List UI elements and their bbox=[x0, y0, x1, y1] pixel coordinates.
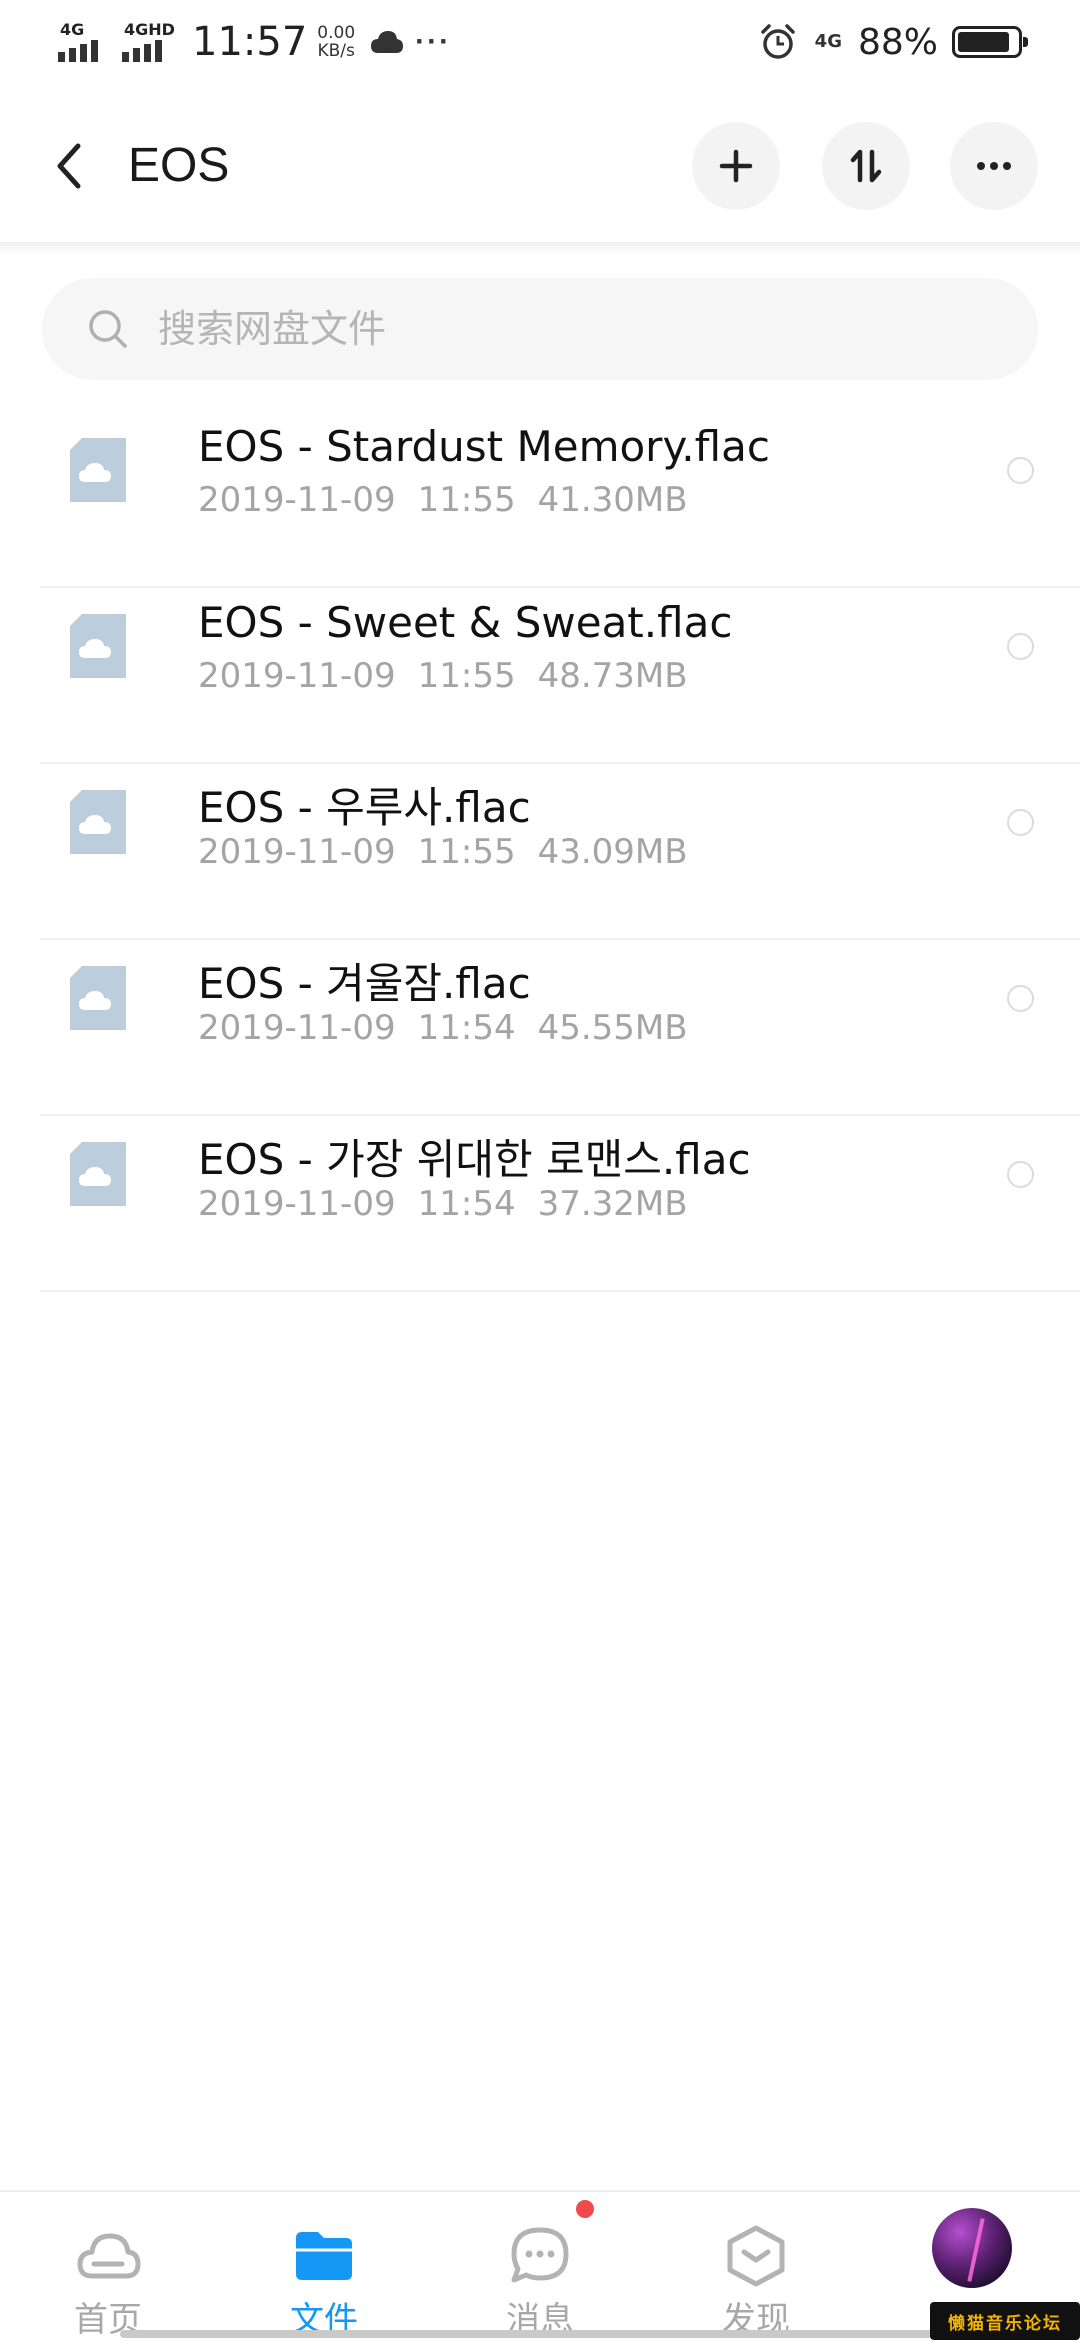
nav-discover[interactable]: 发现 bbox=[648, 2192, 864, 2340]
sim2-label: 4GHD bbox=[124, 20, 175, 39]
file-date: 2019-11-09 bbox=[198, 1184, 396, 1224]
nav-files[interactable]: 文件 bbox=[216, 2192, 432, 2340]
file-meta: 2019-11-09 11:55 43.09MB bbox=[198, 832, 710, 872]
file-size: 41.30MB bbox=[537, 480, 688, 520]
file-time: 11:55 bbox=[417, 480, 516, 520]
bottom-nav: 首页 文件 消息 发现 bbox=[0, 2190, 1080, 2340]
folder-icon bbox=[296, 2232, 352, 2280]
file-row[interactable]: EOS - 겨울잠.flac 2019-11-09 11:54 45.55MB bbox=[0, 940, 1080, 1116]
file-name: EOS - 겨울잠.flac bbox=[198, 959, 531, 1008]
cloud-file-icon bbox=[70, 966, 126, 1030]
file-meta: 2019-11-09 11:54 45.55MB bbox=[198, 1008, 710, 1048]
watermark-text: 懒猫音乐论坛 bbox=[948, 2313, 1062, 2334]
file-meta: 2019-11-09 11:55 41.30MB bbox=[198, 480, 710, 520]
status-bar: 4G 4GHD 11:57 0.00 KB/s ··· 4G 88% bbox=[0, 0, 1080, 84]
file-time: 11:54 bbox=[417, 1008, 516, 1048]
file-name: EOS - 우루사.flac bbox=[198, 783, 531, 832]
file-size: 48.73MB bbox=[537, 656, 688, 696]
cube-icon bbox=[727, 2225, 785, 2287]
file-name: EOS - Sweet & Sweat.flac bbox=[198, 598, 733, 647]
file-meta: 2019-11-09 11:54 37.32MB bbox=[198, 1184, 710, 1224]
app-header: EOS bbox=[0, 100, 1080, 240]
file-date: 2019-11-09 bbox=[198, 480, 396, 520]
file-size: 45.55MB bbox=[537, 1008, 688, 1048]
sim2-signal-icon: 4GHD bbox=[122, 20, 175, 64]
back-arrow-icon[interactable] bbox=[44, 136, 94, 196]
battery-icon bbox=[952, 26, 1028, 58]
nav-messages[interactable]: 消息 bbox=[432, 2192, 648, 2340]
page-title: EOS bbox=[128, 139, 230, 192]
cloud-file-icon bbox=[70, 790, 126, 854]
more-dots-icon: ··· bbox=[415, 25, 452, 58]
sim1-label: 4G bbox=[60, 20, 85, 39]
network-speed: 0.00 KB/s bbox=[317, 24, 355, 60]
more-button[interactable] bbox=[950, 122, 1038, 210]
file-meta: 2019-11-09 11:55 48.73MB bbox=[198, 656, 710, 696]
file-row[interactable]: EOS - 가장 위대한 로맨스.flac 2019-11-09 11:54 37.… bbox=[0, 1116, 1080, 1292]
file-date: 2019-11-09 bbox=[198, 832, 396, 872]
row-divider bbox=[40, 1290, 1080, 1292]
add-button[interactable] bbox=[692, 122, 780, 210]
file-time: 11:54 bbox=[417, 1184, 516, 1224]
search-icon bbox=[89, 310, 127, 348]
select-radio[interactable] bbox=[1007, 633, 1034, 660]
search-bar[interactable] bbox=[42, 278, 1038, 380]
cloud-icon bbox=[371, 31, 404, 53]
search-input[interactable] bbox=[158, 278, 998, 380]
sim1-signal-icon: 4G bbox=[58, 20, 108, 64]
file-size: 37.32MB bbox=[537, 1184, 688, 1224]
avatar[interactable] bbox=[932, 2208, 1012, 2288]
file-time: 11:55 bbox=[417, 832, 516, 872]
cloud-file-icon bbox=[70, 614, 126, 678]
file-row[interactable]: EOS - Sweet & Sweat.flac 2019-11-09 11:55… bbox=[0, 588, 1080, 764]
chat-icon bbox=[511, 2227, 569, 2283]
battery-fill bbox=[958, 32, 1010, 52]
notification-badge bbox=[576, 2200, 594, 2218]
plus-icon bbox=[719, 149, 753, 183]
select-radio[interactable] bbox=[1007, 457, 1034, 484]
speed-unit: KB/s bbox=[317, 41, 355, 61]
nav-home[interactable]: 首页 bbox=[0, 2192, 216, 2340]
file-date: 2019-11-09 bbox=[198, 656, 396, 696]
app-root: 4G 4GHD 11:57 0.00 KB/s ··· 4G 88% EOS 搜… bbox=[0, 0, 1080, 2340]
file-date: 2019-11-09 bbox=[198, 1008, 396, 1048]
watermark-logo: 懒猫音乐论坛 bbox=[930, 2302, 1080, 2340]
cloud-icon bbox=[77, 2233, 141, 2279]
file-name: EOS - 가장 위대한 로맨스.flac bbox=[198, 1135, 751, 1184]
cloud-file-icon bbox=[70, 438, 126, 502]
file-time: 11:55 bbox=[417, 656, 516, 696]
file-list: EOS - Stardust Memory.flac 2019-11-09 11:… bbox=[0, 412, 1080, 1292]
home-indicator[interactable] bbox=[120, 2330, 960, 2338]
select-radio[interactable] bbox=[1007, 985, 1034, 1012]
select-radio[interactable] bbox=[1007, 1161, 1034, 1188]
file-name: EOS - Stardust Memory.flac bbox=[198, 422, 770, 471]
cloud-file-icon bbox=[70, 1142, 126, 1206]
file-row[interactable]: EOS - Stardust Memory.flac 2019-11-09 11:… bbox=[0, 412, 1080, 588]
network-type: 4G bbox=[814, 31, 842, 52]
more-icon bbox=[977, 162, 1011, 170]
status-time: 11:57 bbox=[192, 19, 308, 65]
select-radio[interactable] bbox=[1007, 809, 1034, 836]
file-size: 43.09MB bbox=[537, 832, 688, 872]
avatar-streak bbox=[967, 2218, 985, 2282]
sort-icon bbox=[850, 149, 882, 183]
speed-value: 0.00 bbox=[317, 23, 356, 43]
file-row[interactable]: EOS - 우루사.flac 2019-11-09 11:55 43.09MB bbox=[0, 764, 1080, 940]
sort-button[interactable] bbox=[822, 122, 910, 210]
header-divider bbox=[0, 242, 1080, 252]
battery-percent: 88% bbox=[857, 21, 938, 63]
alarm-icon bbox=[760, 24, 795, 59]
